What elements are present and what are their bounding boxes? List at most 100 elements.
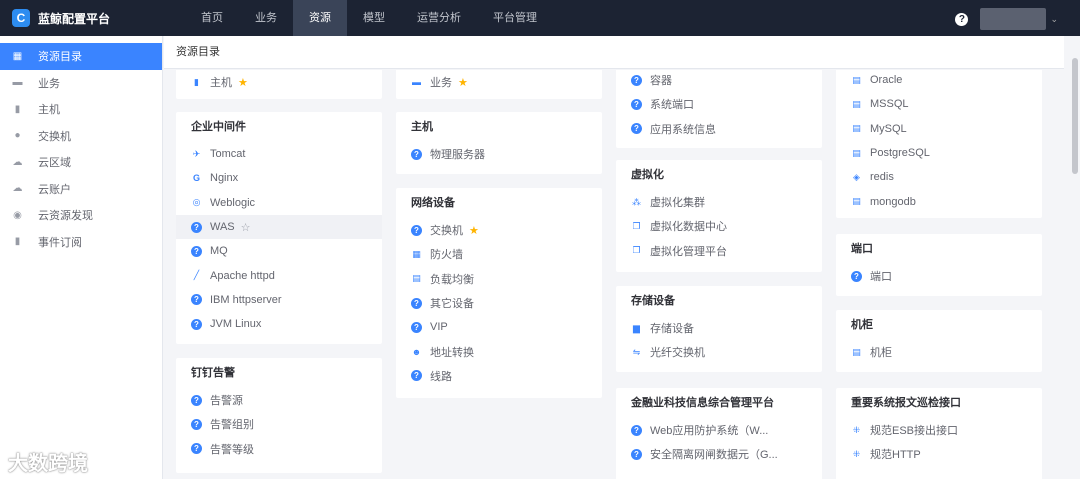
- catalog-item-virtual-datacenter[interactable]: ❐ 虚拟化数据中心: [616, 214, 822, 238]
- database-icon: ▤: [852, 196, 861, 207]
- card-esb-interface: 重要系统报文巡检接口 ⁜ 规范ESB接出接口 ⁜ 规范HTTP: [836, 388, 1042, 479]
- card-dingtalk-alarm: 钉钉告警 ? 告警源 ? 告警组别 ? 告警等级: [176, 358, 382, 473]
- catalog-item-alarm-source[interactable]: ? 告警源: [176, 388, 382, 412]
- breadcrumb: 资源目录: [164, 36, 1064, 69]
- question-icon: ?: [191, 221, 202, 233]
- catalog-item-esb[interactable]: ⁜ 规范ESB接出接口: [836, 418, 1042, 442]
- star-icon[interactable]: ★: [238, 76, 248, 89]
- catalog-item-ibm-httpserver[interactable]: ? IBM httpserver: [176, 288, 382, 312]
- star-icon[interactable]: ★: [458, 76, 468, 89]
- star-outline-icon[interactable]: ☆: [241, 221, 251, 234]
- catalog-item-line[interactable]: ? 线路: [396, 364, 602, 388]
- card-title: 主机: [411, 121, 433, 133]
- sidebar-item-event-subscribe[interactable]: ▮ 事件订阅: [0, 229, 162, 256]
- nav-platform-admin[interactable]: 平台管理: [477, 0, 553, 36]
- question-icon: ?: [191, 443, 202, 455]
- catalog-item-port[interactable]: ? 端口: [836, 264, 1042, 288]
- nav-business[interactable]: 业务: [239, 0, 293, 36]
- sidebar-item-host[interactable]: ▮ 主机: [0, 96, 162, 123]
- question-icon: ?: [191, 294, 202, 306]
- nav-operation-analysis[interactable]: 运营分析: [401, 0, 477, 36]
- redis-icon: ◈: [853, 171, 860, 182]
- catalog-item-postgresql[interactable]: ▤ PostgreSQL: [836, 141, 1042, 165]
- catalog-item-oracle[interactable]: ▤ Oracle: [836, 70, 1042, 92]
- star-icon[interactable]: ★: [469, 224, 479, 237]
- catalog-item-cabinet[interactable]: ▤ 机柜: [836, 340, 1042, 364]
- question-icon: ?: [851, 270, 862, 282]
- sidebar-item-label: 业务: [38, 77, 60, 90]
- question-icon: ?: [411, 297, 422, 309]
- catalog-item-switch[interactable]: ? 交换机 ★: [396, 218, 602, 242]
- chevron-down-icon[interactable]: ⌄: [1050, 14, 1058, 25]
- catalog-item-other-device[interactable]: ? 其它设备: [396, 291, 602, 315]
- card-middleware: 企业中间件 ✈ Tomcat G Nginx ◎ Weblogic ? WAS ☆ ? MQ…: [176, 112, 382, 344]
- catalog-item-waf[interactable]: ? Web应用防护系统（W...: [616, 418, 822, 442]
- question-icon: ?: [631, 98, 642, 110]
- help-icon[interactable]: ?: [955, 12, 969, 26]
- watermark: 大数跨境: [8, 453, 88, 475]
- catalog-item-mongodb[interactable]: ▤ mongodb: [836, 189, 1042, 213]
- scrollbar-thumb[interactable]: [1072, 58, 1078, 174]
- card-storage-device: 存储设备 ▆ 存储设备 ⇋ 光纤交换机: [616, 286, 822, 372]
- catalog-item-jvm-linux[interactable]: ? JVM Linux: [176, 312, 382, 336]
- catalog-item-redis[interactable]: ◈ redis: [836, 165, 1042, 189]
- catalog-item-alarm-group[interactable]: ? 告警组别: [176, 412, 382, 436]
- catalog-item-app-system-info[interactable]: ? 应用系统信息: [616, 117, 822, 141]
- firewall-icon: ▦: [412, 248, 421, 259]
- scrollbar[interactable]: [1070, 36, 1080, 479]
- catalog-item-tomcat[interactable]: ✈ Tomcat: [176, 142, 382, 166]
- catalog-item-weblogic[interactable]: ◎ Weblogic: [176, 191, 382, 215]
- catalog-item-was[interactable]: ? WAS ☆: [176, 214, 382, 240]
- card-virtualization: 虚拟化 ⁂ 虚拟化集群 ❐ 虚拟化数据中心 ❐ 虚拟化管理平台: [616, 160, 822, 272]
- business-icon: ▬: [412, 77, 421, 88]
- sidebar-item-cloud-area[interactable]: ☁ 云区域: [0, 149, 162, 176]
- catalog-item-system-port[interactable]: ? 系统端口: [616, 92, 822, 116]
- subscribe-icon: ▮: [14, 236, 21, 248]
- catalog-item-host[interactable]: ▮ 主机 ★: [176, 70, 382, 94]
- catalog-item-nginx[interactable]: G Nginx: [176, 166, 382, 190]
- sidebar-item-cloud-account[interactable]: ☁ 云账户: [0, 176, 162, 203]
- catalog-item-mq[interactable]: ? MQ: [176, 239, 382, 263]
- catalog-item-container[interactable]: ? 容器: [616, 70, 822, 92]
- sidebar-item-cloud-discovery[interactable]: ◉ 云资源发现: [0, 202, 162, 229]
- nav-model[interactable]: 模型: [347, 0, 401, 36]
- catalog-item-mssql[interactable]: ▤ MSSQL: [836, 92, 1042, 116]
- app-title: 蓝鲸配置平台: [38, 11, 111, 26]
- catalog-item-virtual-cluster[interactable]: ⁂ 虚拟化集群: [616, 190, 822, 214]
- sidebar-item-business[interactable]: ▬ 业务: [0, 70, 162, 97]
- sidebar-item-label: 事件订阅: [38, 236, 82, 249]
- question-icon: ?: [631, 74, 642, 86]
- platform-icon: ❐: [632, 245, 641, 256]
- question-icon: ?: [411, 370, 422, 382]
- catalog-item-nat[interactable]: ☻ 地址转换: [396, 339, 602, 363]
- sidebar-item-label: 云区域: [38, 157, 71, 170]
- weblogic-icon: ◎: [192, 197, 201, 208]
- catalog-item-vip[interactable]: ? VIP: [396, 315, 602, 339]
- cloud-account-icon: ☁: [12, 183, 23, 195]
- catalog-item-mysql[interactable]: ▤ MySQL: [836, 117, 1042, 141]
- catalog-item-alarm-level[interactable]: ? 告警等级: [176, 437, 382, 461]
- app-logo[interactable]: C 蓝鲸配置平台: [0, 9, 175, 27]
- catalog-item-fiber-switch[interactable]: ⇋ 光纤交换机: [616, 340, 822, 364]
- sidebar-item-label: 云账户: [38, 183, 71, 196]
- catalog-item-gateway[interactable]: ? 安全隔离网闸数据元（G...: [616, 442, 822, 466]
- catalog-item-firewall[interactable]: ▦ 防火墙: [396, 242, 602, 266]
- question-icon: ?: [631, 123, 642, 135]
- catalog-item-load-balancer[interactable]: ▤ 负载均衡: [396, 267, 602, 291]
- user-menu[interactable]: [980, 8, 1047, 30]
- sidebar-item-resource-catalog[interactable]: ▦ 资源目录: [0, 43, 162, 70]
- card-container: ? 容器 ? 系统端口 ? 应用系统信息: [616, 70, 822, 148]
- nat-icon: ☻: [411, 346, 422, 357]
- nav-home[interactable]: 首页: [185, 0, 239, 36]
- card-business-top: ▬ 业务 ★: [396, 70, 602, 99]
- catalog-item-business[interactable]: ▬ 业务 ★: [396, 70, 602, 94]
- nav-resource[interactable]: 资源: [293, 0, 347, 36]
- sidebar-item-switch[interactable]: ● 交换机: [0, 123, 162, 150]
- catalog-item-physical-server[interactable]: ? 物理服务器: [396, 142, 602, 166]
- catalog-item-apache-httpd[interactable]: ╱ Apache httpd: [176, 263, 382, 287]
- catalog-item-virtual-mgmt-platform[interactable]: ❐ 虚拟化管理平台: [616, 239, 822, 263]
- catalog-item-http[interactable]: ⁜ 规范HTTP: [836, 442, 1042, 466]
- catalog-item-storage-device[interactable]: ▆ 存储设备: [616, 316, 822, 340]
- card-title: 企业中间件: [191, 121, 246, 133]
- question-icon: ?: [191, 418, 202, 430]
